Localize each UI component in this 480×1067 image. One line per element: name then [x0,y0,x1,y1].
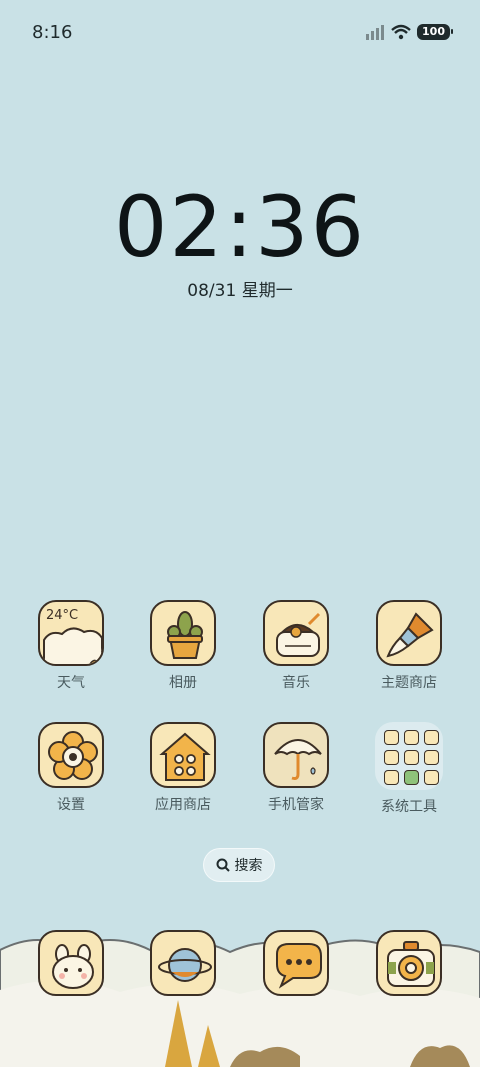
dock-app-planet[interactable] [133,930,233,996]
flower-gear-icon [38,722,104,788]
mini-app-icon [404,750,419,765]
lock-clock-time: 02:36 [113,178,367,276]
app-label: 天气 [57,675,85,691]
mini-app-icon [424,730,439,745]
app-theme-store[interactable]: 主题商店 [359,600,459,692]
umbrella-icon [263,722,329,788]
mini-app-icon [384,770,399,785]
mini-app-icon [424,770,439,785]
plant-pot-icon [150,600,216,666]
app-label: 设置 [57,797,85,813]
mini-app-icon [384,750,399,765]
chat-bubble-icon [263,930,329,996]
search-button[interactable]: 搜索 [203,848,275,882]
planet-icon [150,930,216,996]
app-app-store[interactable]: 应用商店 [133,722,233,814]
battery-indicator: 100 [417,24,453,40]
folder-system-tools[interactable]: 系统工具 [359,722,459,816]
paintbrush-icon [376,600,442,666]
music-chick-icon [263,600,329,666]
app-weather[interactable]: 24°C 天气 [21,600,121,692]
app-label: 手机管家 [268,797,324,813]
dock-app-bunny[interactable] [21,930,121,996]
app-label: 音乐 [282,675,310,691]
status-icons: 100 [365,24,453,40]
search-label: 搜索 [234,858,263,874]
app-label: 应用商店 [155,797,211,813]
folder-icon [375,722,443,790]
app-gallery[interactable]: 相册 [133,600,233,692]
mini-app-icon [384,730,399,745]
bunny-icon [38,930,104,996]
dock-app-messages[interactable] [246,930,346,996]
camera-icon [376,930,442,996]
house-icon [150,722,216,788]
status-time: 8:16 [32,22,73,43]
mini-app-icon [404,770,419,785]
app-settings[interactable]: 设置 [21,722,121,814]
status-bar: 8:16 100 [0,0,480,68]
app-label: 相册 [169,675,197,691]
mini-app-icon [404,730,419,745]
search-icon [216,858,230,872]
signal-icon [366,25,385,40]
weather-icon: 24°C [38,600,104,666]
dock-app-camera[interactable] [359,930,459,996]
wifi-icon [391,24,411,40]
lock-clock-date: 08/31 星期一 [187,281,293,301]
mini-app-icon [424,750,439,765]
app-label: 主题商店 [381,675,437,691]
app-label: 系统工具 [381,799,437,815]
weather-temperature: 24°C [46,608,79,623]
app-phone-manager[interactable]: 手机管家 [246,722,346,814]
app-music[interactable]: 音乐 [246,600,346,692]
